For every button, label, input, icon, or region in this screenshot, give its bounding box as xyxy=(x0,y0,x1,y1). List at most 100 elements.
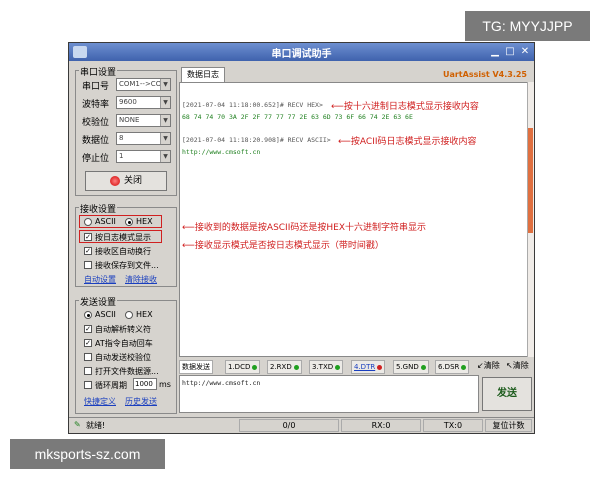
pin-txd[interactable]: 3.TXD xyxy=(309,360,344,374)
clear-send-button[interactable]: ↙清除 xyxy=(477,360,500,371)
tx-hex-radio[interactable] xyxy=(125,311,133,319)
arrow-left-icon: ⟵ xyxy=(331,102,344,112)
log-mode-checkbox[interactable]: ✓ xyxy=(84,233,92,241)
pin-dtr-label: 4.DTR xyxy=(354,363,376,371)
port-select[interactable]: COM1-->COM ▼ xyxy=(116,78,171,91)
pin-indicator-icon xyxy=(293,364,299,370)
arrow-left-icon: ⟵ xyxy=(182,241,195,251)
pin-indicator-icon xyxy=(461,364,467,370)
app-window: 串口调试助手 ▁ □ ✕ 串口设置 串口号 COM1-->COM ▼ 波特率 96… xyxy=(68,42,535,434)
rx-hex-label: HEX xyxy=(136,217,153,226)
clear-all-label: 清除 xyxy=(512,361,529,370)
status-tx: TX:0 xyxy=(423,419,483,432)
title-bar: 串口调试助手 ▁ □ ✕ xyxy=(69,43,534,61)
log-line: [2021-07-04 11:18:00.652]# RECV HEX> xyxy=(182,101,323,109)
clear-rx-link[interactable]: 清除接收 xyxy=(125,274,157,285)
at-label: AT指令自动回车 xyxy=(95,339,153,348)
escape-checkbox[interactable]: ✓ xyxy=(84,325,92,333)
rx-settings-label: 接收设置 xyxy=(79,202,118,215)
minimize-button[interactable]: ▁ xyxy=(489,46,501,58)
pin-dtr[interactable]: 4.DTR xyxy=(351,360,386,374)
chevron-down-icon: ▼ xyxy=(160,97,170,108)
databits-value: 8 xyxy=(119,134,124,142)
port-label: 串口号 xyxy=(82,82,110,92)
reset-count-button[interactable]: 复位计数 xyxy=(485,419,532,432)
serial-settings-label: 串口设置 xyxy=(79,65,118,78)
send-text: http://www.cmsoft.cn xyxy=(182,379,261,387)
tx-hex-label: HEX xyxy=(136,310,153,319)
log-line: 68 74 74 70 3A 2F 2F 77 77 77 2E 63 6D 7… xyxy=(182,113,413,121)
pin-indicator-icon xyxy=(252,364,258,370)
send-button[interactable]: 发送 xyxy=(482,377,532,411)
annotation-ascii-text: 按ACII码日志模式显示接收内容 xyxy=(350,137,477,147)
pin-indicator-icon xyxy=(335,364,341,370)
clear-arrow-icon: ↖ xyxy=(506,361,513,370)
auto-wrap-label: 接收区自动换行 xyxy=(95,247,151,256)
auto-save-link[interactable]: 自动设置 xyxy=(84,274,116,285)
window-title: 串口调试助手 xyxy=(271,49,332,60)
tab-data-log[interactable]: 数据日志 xyxy=(181,67,225,82)
left-panel: 串口设置 串口号 COM1-->COM ▼ 波特率 9600 ▼ 校验位 NONE ▼… xyxy=(75,65,177,417)
log-line: [2021-07-04 11:18:20.908]# RECV ASCII> xyxy=(182,136,331,144)
save-file-label: 接收保存到文件... xyxy=(95,261,159,270)
clear-all-button[interactable]: ↖清除 xyxy=(506,360,529,371)
annotation-hex-text: 按十六进制日志模式显示接收内容 xyxy=(343,102,479,112)
watermark: mksports-sz.com xyxy=(10,439,165,469)
pin-indicator-icon xyxy=(377,364,383,370)
pin-gnd[interactable]: 5.GND xyxy=(393,360,429,374)
rx-hex-radio[interactable] xyxy=(125,218,133,226)
annotation-ascii-log: ⟵按ACII码日志模式显示接收内容 xyxy=(338,134,477,147)
arrow-left-icon: ⟵ xyxy=(182,223,195,233)
annotation-log-mode: ⟵接收显示模式是否按日志模式显示（带时间戳） xyxy=(182,238,384,251)
auto-wrap-checkbox[interactable]: ✓ xyxy=(84,247,92,255)
close-port-button[interactable]: 关闭 xyxy=(85,171,167,191)
shortcut-link[interactable]: 快捷定义 xyxy=(84,396,116,407)
history-link[interactable]: 历史发送 xyxy=(125,396,157,407)
rx-ascii-radio[interactable] xyxy=(84,218,92,226)
log-mode-label: 按日志模式显示 xyxy=(95,233,151,242)
pin-dsr-label: 6.DSR xyxy=(438,363,460,371)
baud-value: 9600 xyxy=(119,98,137,106)
chevron-down-icon: ▼ xyxy=(160,133,170,144)
databits-label: 数据位 xyxy=(82,136,110,146)
pin-dsr[interactable]: 6.DSR xyxy=(435,360,470,374)
close-port-label: 关闭 xyxy=(123,176,142,186)
append-check-checkbox[interactable] xyxy=(84,353,92,361)
cycle-input[interactable]: 1000 xyxy=(133,378,157,390)
parity-value: NONE xyxy=(119,116,140,124)
open-file-checkbox[interactable] xyxy=(84,367,92,375)
tx-settings-label: 发送设置 xyxy=(79,295,118,308)
tg-badge: TG: MYYJJPP xyxy=(465,11,590,41)
pin-rxd[interactable]: 2.RXD xyxy=(267,360,302,374)
clear-arrow-icon: ↙ xyxy=(477,361,484,370)
save-file-checkbox[interactable] xyxy=(84,261,92,269)
send-input[interactable]: http://www.cmsoft.cn xyxy=(179,375,479,413)
tab-data-send[interactable]: 数据发送 xyxy=(179,360,213,374)
status-counter: 0/0 xyxy=(239,419,339,432)
pin-dcd[interactable]: 1.DCD xyxy=(225,360,261,374)
pin-txd-label: 3.TXD xyxy=(312,363,334,371)
baud-select[interactable]: 9600 ▼ xyxy=(116,96,171,109)
close-window-button[interactable]: ✕ xyxy=(519,46,531,58)
open-file-label: 打开文件数据源... xyxy=(95,367,159,376)
maximize-button[interactable]: □ xyxy=(504,46,516,58)
annotation-format: ⟵接收到的数据是按ASCII码还是按HEX十六进制字符串显示 xyxy=(182,220,426,233)
ready-icon: ✎ xyxy=(74,420,81,429)
stopbits-value: 1 xyxy=(119,152,124,160)
tx-ascii-radio[interactable] xyxy=(84,311,92,319)
status-lamp-icon xyxy=(109,175,120,186)
clear-send-label: 清除 xyxy=(483,361,500,370)
annotation-hex-log: ⟵按十六进制日志模式显示接收内容 xyxy=(331,99,479,112)
parity-select[interactable]: NONE ▼ xyxy=(116,114,171,127)
stopbits-select[interactable]: 1 ▼ xyxy=(116,150,171,163)
send-tab-strip: 数据发送 1.DCD 2.RXD 3.TXD 4.DTR 5.GND 6.DSR… xyxy=(179,360,534,374)
pin-rxd-label: 2.RXD xyxy=(270,363,292,371)
cycle-checkbox[interactable] xyxy=(84,381,92,389)
scrollbar-thumb[interactable] xyxy=(528,128,533,233)
databits-select[interactable]: 8 ▼ xyxy=(116,132,171,145)
at-checkbox[interactable]: ✓ xyxy=(84,339,92,347)
receive-area[interactable]: [2021-07-04 11:18:00.652]# RECV HEX> 68 … xyxy=(179,82,529,357)
chevron-down-icon: ▼ xyxy=(160,151,170,162)
cycle-unit: ms xyxy=(159,380,171,389)
tx-ascii-label: ASCII xyxy=(95,310,116,319)
